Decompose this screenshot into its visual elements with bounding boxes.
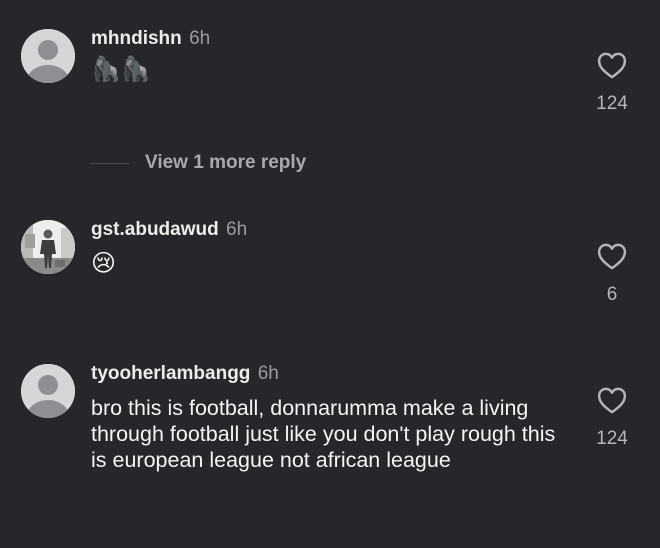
like-count: 124 xyxy=(596,93,628,114)
default-avatar-icon[interactable] xyxy=(21,364,75,418)
comments-list: mhndishn 6h 🦍🦍 124 View 1 more reply gst… xyxy=(0,0,660,548)
comment-meta: mhndishn 6h xyxy=(91,28,210,50)
like-count: 6 xyxy=(606,284,618,305)
like-button[interactable] xyxy=(594,52,630,79)
comment-timestamp: 6h xyxy=(257,363,279,384)
heart-outline-icon xyxy=(597,52,627,79)
heart-outline-icon xyxy=(597,243,627,270)
comment-text: 🦍🦍 xyxy=(91,56,151,83)
like-button[interactable] xyxy=(594,243,630,270)
comment-timestamp: 6h xyxy=(226,219,248,240)
comment-meta: tyooherlambangg 6h xyxy=(91,363,279,385)
comment-username[interactable]: gst.abudawud xyxy=(91,219,219,240)
heart-outline-icon xyxy=(597,387,627,414)
like-count: 124 xyxy=(596,428,628,449)
view-more-replies-label: View 1 more reply xyxy=(145,152,307,173)
default-avatar-icon[interactable] xyxy=(21,29,75,83)
user-avatar[interactable] xyxy=(21,220,75,274)
comment-username[interactable]: tyooherlambangg xyxy=(91,363,250,384)
replies-divider-line xyxy=(91,162,129,164)
comment-text: bro this is football, donnarumma make a … xyxy=(91,396,556,472)
comment-timestamp: 6h xyxy=(189,28,211,49)
comment-text: 😢 xyxy=(91,250,117,277)
view-more-replies-button[interactable]: View 1 more reply xyxy=(91,150,306,176)
comment-meta: gst.abudawud 6h xyxy=(91,219,247,241)
comment-username[interactable]: mhndishn xyxy=(91,28,182,49)
like-button[interactable] xyxy=(594,387,630,414)
